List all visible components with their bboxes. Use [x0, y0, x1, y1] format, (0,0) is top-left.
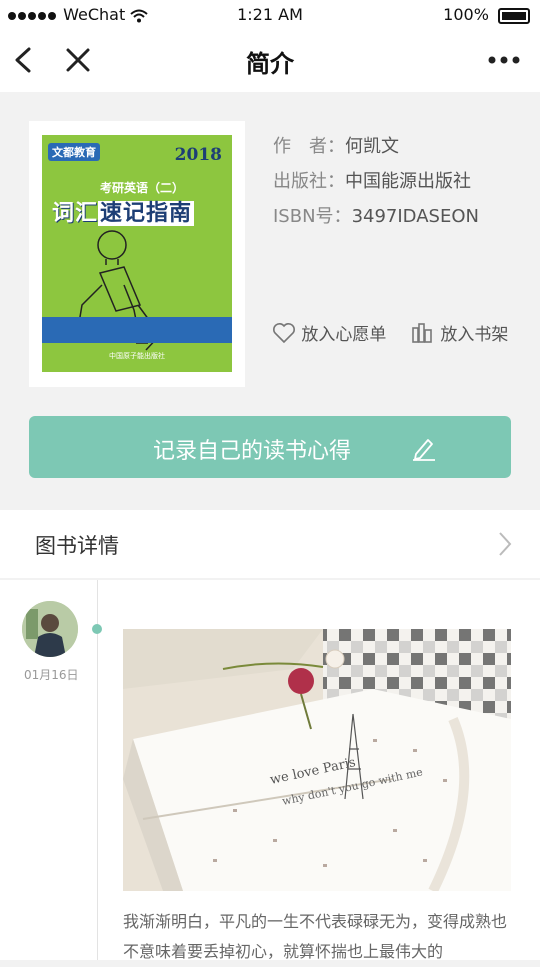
status-bar: WeChat 1:21 AM 100%: [0, 0, 540, 30]
isbn-value: 3497IDASEON: [351, 206, 479, 227]
author-row: 作 者：何凯文: [273, 132, 399, 158]
note-date: 01月16日: [24, 668, 79, 682]
battery-icon: [498, 7, 530, 24]
author-value: 何凯文: [345, 136, 399, 157]
note-photo[interactable]: we love Paris why don't you go with me: [123, 629, 511, 891]
chevron-right-icon: [499, 532, 512, 556]
wishlist-button[interactable]: 放入心愿单: [272, 320, 386, 345]
cover-publisher: 中国原子能出版社: [109, 352, 165, 360]
book-details-label: 图书详情: [35, 534, 119, 558]
pencil-icon: [413, 439, 435, 461]
publisher-label: 出版社：: [273, 171, 345, 192]
isbn-row: ISBN号：3497IDASEON: [273, 202, 479, 228]
reading-timeline: 01月16日 we love Paris why don't you go wi…: [0, 580, 540, 961]
nav-bar: 简介: [0, 30, 540, 92]
more-icon[interactable]: [484, 40, 524, 80]
book-details-row[interactable]: 图书详情: [0, 510, 540, 578]
battery-indicator: 100%: [443, 5, 530, 24]
timeline-line: [97, 580, 98, 960]
battery-percent: 100%: [443, 5, 489, 24]
page-title: 简介: [246, 50, 294, 78]
heart-icon: [273, 323, 295, 344]
book-cover-frame[interactable]: 文都教育 2018 考研英语（二） 词汇速记指南 中国原子能出版社: [29, 121, 245, 387]
cover-strip: [42, 317, 232, 343]
author-label: 作 者：: [273, 136, 345, 157]
isbn-label: ISBN号：: [273, 206, 352, 227]
note-excerpt: 我渐渐明白，平凡的一生不代表碌碌无为，变得成熟也不意味着要丢掉初心，就算怀揣也上…: [123, 912, 508, 961]
bookshelf-icon: [412, 323, 432, 343]
write-notes-label: 记录自己的读书心得: [153, 439, 352, 464]
publisher-row: 出版社：中国能源出版社: [273, 167, 471, 193]
bookshelf-label: 放入书架: [440, 325, 509, 345]
book-cover: 文都教育 2018 考研英语（二） 词汇速记指南 中国原子能出版社: [42, 135, 232, 372]
avatar[interactable]: [22, 601, 78, 657]
timeline-dot: [92, 624, 102, 634]
wishlist-label: 放入心愿单: [301, 325, 387, 345]
publisher-value: 中国能源出版社: [345, 171, 471, 192]
bookshelf-button[interactable]: 放入书架: [411, 320, 508, 345]
write-notes-button[interactable]: 记录自己的读书心得: [29, 416, 511, 478]
